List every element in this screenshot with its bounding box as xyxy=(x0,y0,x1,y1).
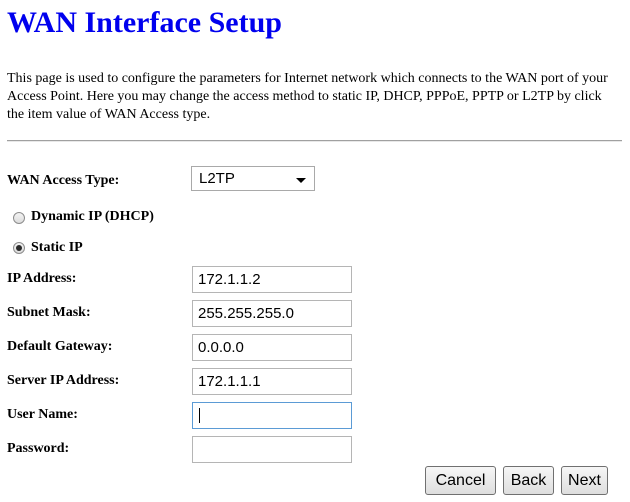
divider xyxy=(7,140,622,142)
password-input[interactable] xyxy=(192,436,352,463)
subnet-mask-input[interactable]: 255.255.255.0 xyxy=(192,300,352,327)
user-name-label: User Name: xyxy=(7,407,78,422)
user-name-input[interactable] xyxy=(192,402,352,429)
dhcp-radio[interactable] xyxy=(13,212,25,224)
dropdown-arrow-icon xyxy=(296,178,306,183)
dhcp-radio-label: Dynamic IP (DHCP) xyxy=(31,209,154,224)
server-ip-address-input[interactable]: 172.1.1.1 xyxy=(192,368,352,395)
back-button[interactable]: Back xyxy=(503,466,554,495)
default-gateway-input[interactable]: 0.0.0.0 xyxy=(192,334,352,361)
ip-address-label: IP Address: xyxy=(7,271,77,286)
radio-selected-dot xyxy=(16,245,22,251)
page-description: This page is used to configure the param… xyxy=(7,71,608,122)
password-label: Password: xyxy=(7,441,70,456)
default-gateway-label: Default Gateway: xyxy=(7,339,113,354)
page-title: WAN Interface Setup xyxy=(7,6,282,39)
subnet-mask-label: Subnet Mask: xyxy=(7,305,91,320)
wan-access-type-value: L2TP xyxy=(199,170,235,187)
next-button[interactable]: Next xyxy=(561,466,608,495)
wan-access-type-select[interactable]: L2TP xyxy=(191,166,315,191)
static-ip-radio[interactable] xyxy=(13,242,25,254)
text-caret xyxy=(199,408,200,423)
wan-access-type-label: WAN Access Type: xyxy=(7,173,120,188)
static-ip-radio-label: Static IP xyxy=(31,240,83,255)
cancel-button[interactable]: Cancel xyxy=(425,466,496,495)
ip-address-input[interactable]: 172.1.1.2 xyxy=(192,266,352,293)
server-ip-address-label: Server IP Address: xyxy=(7,373,120,388)
